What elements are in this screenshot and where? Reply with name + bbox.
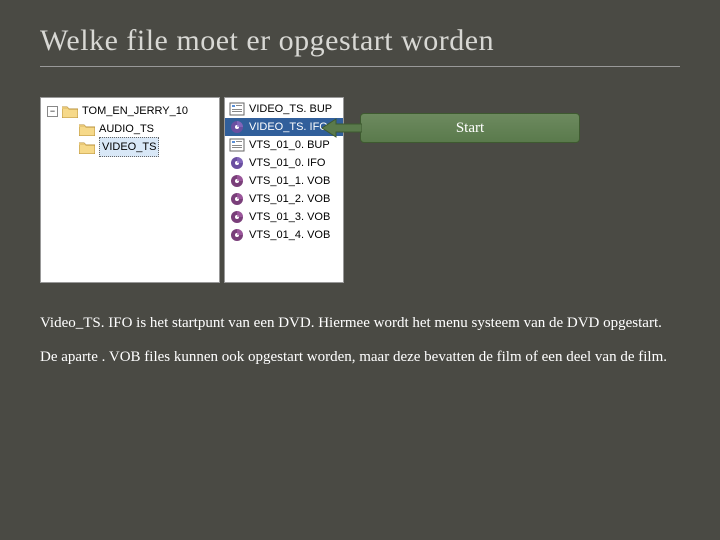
file-name: VIDEO_TS. IFO [249, 118, 328, 136]
bup-file-icon [229, 102, 245, 116]
file-row[interactable]: VIDEO_TS. BUP [225, 100, 343, 118]
file-name: VTS_01_0. IFO [249, 154, 325, 172]
file-row[interactable]: VTS_01_1. VOB [225, 172, 343, 190]
title-underline [40, 66, 680, 67]
callout-box: Start [360, 113, 580, 143]
callout-label: Start [456, 120, 484, 137]
vob-file-icon [229, 228, 245, 242]
tree-label: AUDIO_TS [99, 120, 154, 138]
tree-row-root[interactable]: − TOM_EN_JERRY_10 [41, 102, 219, 120]
file-name: VTS_01_0. BUP [249, 136, 330, 154]
file-row[interactable]: VTS_01_0. IFO [225, 154, 343, 172]
vob-file-icon [229, 210, 245, 224]
slide-title: Welke file moet er opgestart worden [40, 24, 680, 58]
folder-icon [79, 123, 95, 136]
vob-file-icon [229, 174, 245, 188]
tree-row-child[interactable]: AUDIO_TS [41, 120, 219, 138]
file-row[interactable]: VTS_01_4. VOB [225, 226, 343, 244]
file-name: VIDEO_TS. BUP [249, 100, 332, 118]
file-name: VTS_01_1. VOB [249, 172, 330, 190]
arrow-left-icon [322, 117, 362, 139]
file-name: VTS_01_3. VOB [249, 208, 330, 226]
folder-tree-panel: − TOM_EN_JERRY_10 AUDIO_TS VIDEO_TS [40, 97, 220, 283]
file-row[interactable]: VTS_01_3. VOB [225, 208, 343, 226]
file-row[interactable]: VTS_01_2. VOB [225, 190, 343, 208]
paragraph: Video_TS. IFO is het startpunt van een D… [40, 313, 680, 333]
folder-icon [62, 105, 78, 118]
tree-row-child[interactable]: VIDEO_TS [41, 138, 219, 156]
paragraph: De aparte . VOB files kunnen ook opgesta… [40, 347, 680, 367]
tree-label-selected: VIDEO_TS [99, 137, 159, 157]
vob-file-icon [229, 192, 245, 206]
tree-label: TOM_EN_JERRY_10 [82, 102, 188, 120]
file-name: VTS_01_4. VOB [249, 226, 330, 244]
ifo-file-icon [229, 120, 245, 134]
ifo-file-icon [229, 156, 245, 170]
folder-icon [79, 141, 95, 154]
minus-expander-icon[interactable]: − [47, 106, 58, 117]
body-text: Video_TS. IFO is het startpunt van een D… [40, 313, 680, 368]
start-callout: Start [360, 113, 580, 283]
bup-file-icon [229, 138, 245, 152]
explorer-area: − TOM_EN_JERRY_10 AUDIO_TS VIDEO_TS VIDE… [40, 97, 680, 283]
file-name: VTS_01_2. VOB [249, 190, 330, 208]
